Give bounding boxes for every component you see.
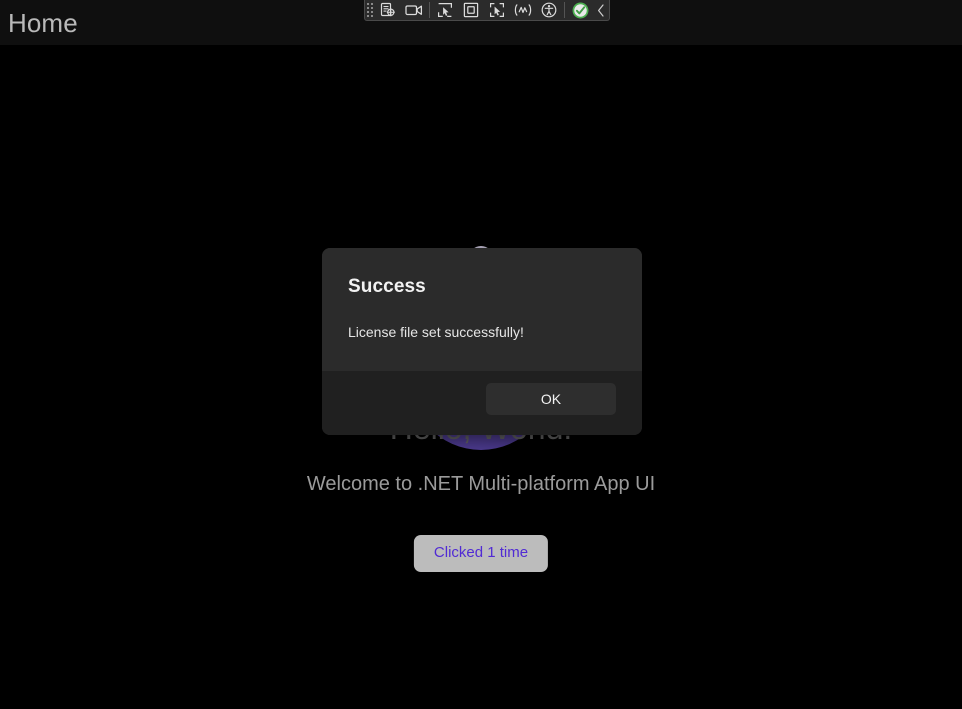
check-circle-icon[interactable]: [567, 1, 593, 20]
dialog-title: Success: [348, 276, 426, 297]
square-highlight-icon[interactable]: [458, 1, 484, 20]
waveform-icon[interactable]: [510, 1, 536, 20]
cursor-select-icon[interactable]: [432, 1, 458, 20]
dialog-overlay: Success License file set successfully! O…: [0, 0, 962, 709]
grip-dots-icon[interactable]: [366, 1, 375, 20]
dialog-message: License file set successfully!: [348, 323, 524, 340]
toolbar-separator: [429, 2, 430, 18]
dialog-ok-button[interactable]: OK: [486, 382, 616, 415]
dialog-footer: OK: [322, 370, 642, 435]
success-dialog: Success License file set successfully! O…: [322, 248, 642, 435]
record-video-icon[interactable]: [401, 1, 427, 20]
chevron-left-icon[interactable]: [593, 1, 608, 20]
automation-toolbar[interactable]: [364, 0, 610, 21]
toolbar-separator: [564, 2, 565, 18]
app-window: Home Welcome to .NET Multi-platform App …: [0, 0, 962, 709]
cursor-region-select-icon[interactable]: [484, 1, 510, 20]
inspect-element-icon[interactable]: [375, 1, 401, 20]
accessibility-icon[interactable]: [536, 1, 562, 20]
dialog-body: Success License file set successfully!: [322, 248, 642, 371]
